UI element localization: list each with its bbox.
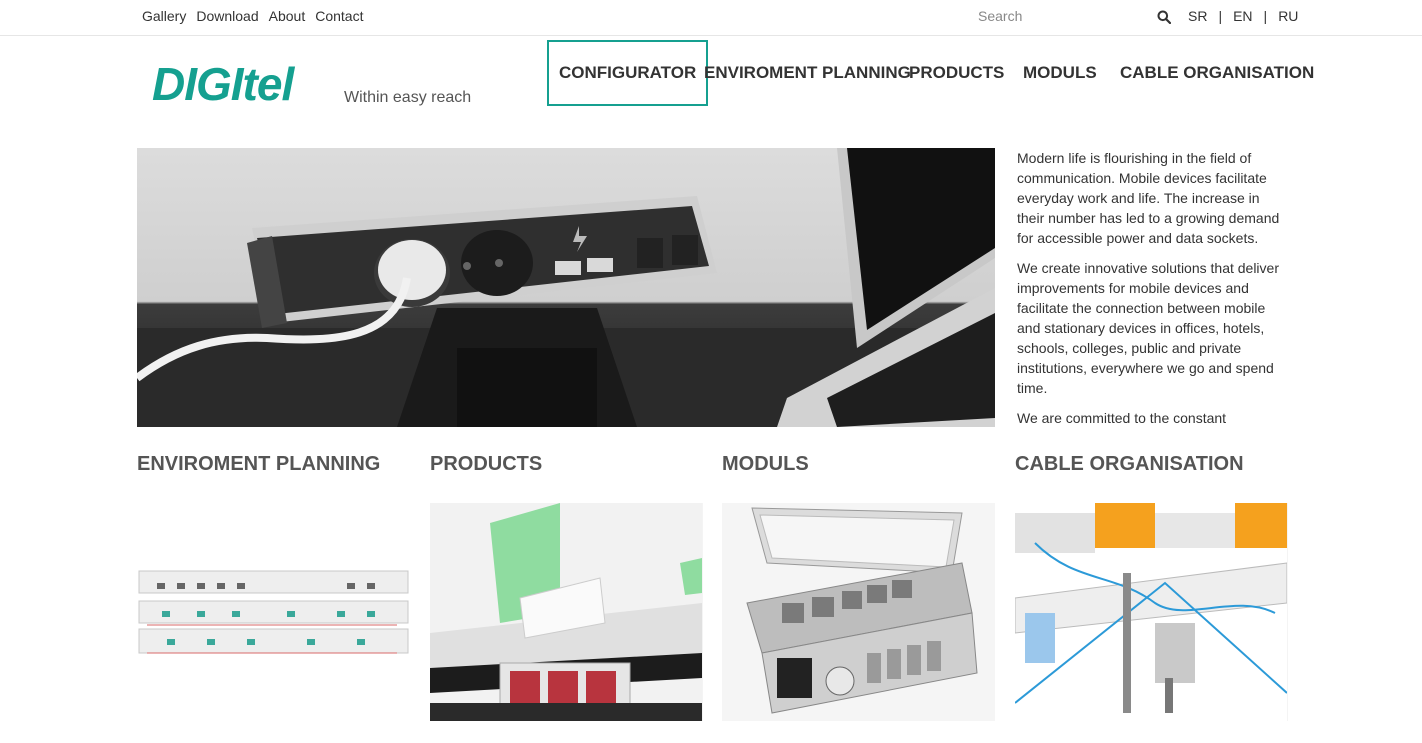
digitel-logo[interactable]: DIGItel (152, 58, 342, 110)
download-link[interactable]: Download (196, 8, 258, 24)
desk-socket-illustration (430, 503, 702, 721)
enviroment-planning-image[interactable] (137, 503, 410, 721)
category-title[interactable]: ENVIROMENT PLANNING (137, 450, 410, 478)
top-bar: Gallery Download About Contact SR | EN | RU (0, 0, 1422, 36)
intro-paragraph-1: Modern life is flourishing in the field … (1017, 150, 1280, 246)
tagline: Within easy reach (344, 89, 472, 106)
intro-paragraph-3: We are committed to the constant (1017, 410, 1227, 426)
language-switcher: SR | EN | RU (1188, 8, 1298, 24)
intro-text: Modern life is flourishing in the field … (1017, 148, 1287, 432)
office-cabling-illustration (1015, 503, 1288, 721)
category-card-moduls: MODULS (722, 450, 995, 721)
contact-link[interactable]: Contact (315, 8, 363, 24)
nav-products[interactable]: PRODUCTS (909, 40, 1004, 106)
lang-ru[interactable]: RU (1278, 8, 1298, 24)
search-box (978, 8, 1173, 26)
logo-wordmark: DIGItel (152, 58, 294, 110)
category-title[interactable]: MODULS (722, 450, 995, 478)
nav-cable-organisation[interactable]: CABLE ORGANISATION (1120, 40, 1314, 106)
search-icon[interactable] (1157, 10, 1171, 24)
category-card-enviroment-planning: ENVIROMENT PLANNING (137, 450, 410, 721)
nav-enviroment-planning[interactable]: ENVIROMENT PLANNING (704, 40, 911, 106)
moduls-image[interactable] (722, 503, 995, 721)
cable-organisation-image[interactable] (1015, 503, 1288, 721)
lang-sr[interactable]: SR (1188, 8, 1207, 24)
lang-separator: | (1218, 8, 1223, 24)
power-socket-illustration (137, 148, 995, 427)
hero-image (137, 148, 995, 427)
products-image[interactable] (430, 503, 703, 721)
building-floors-illustration (137, 503, 410, 721)
category-card-cable-organisation: CABLE ORGANISATION (1015, 450, 1288, 721)
lang-separator: | (1263, 8, 1268, 24)
lang-en[interactable]: EN (1233, 8, 1252, 24)
intro-paragraph-2: We create innovative solutions that deli… (1017, 260, 1279, 396)
about-link[interactable]: About (269, 8, 306, 24)
utility-nav: Gallery Download About Contact (142, 8, 373, 24)
category-title[interactable]: PRODUCTS (430, 450, 703, 478)
category-title[interactable]: CABLE ORGANISATION (1015, 450, 1288, 478)
search-input[interactable] (978, 8, 1138, 24)
category-card-products: PRODUCTS (430, 450, 703, 721)
nav-moduls[interactable]: MODULS (1023, 40, 1097, 106)
gallery-link[interactable]: Gallery (142, 8, 186, 24)
nav-configurator[interactable]: CONFIGURATOR (547, 40, 709, 106)
module-box-illustration (722, 503, 995, 721)
